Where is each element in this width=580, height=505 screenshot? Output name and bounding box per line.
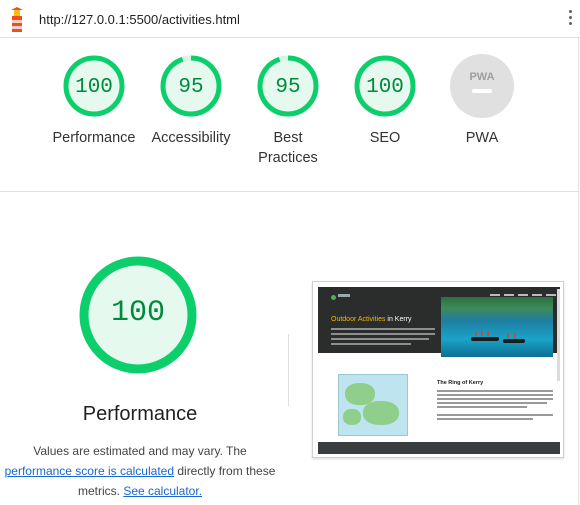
thumb-logo-icon bbox=[331, 295, 336, 300]
gauge-best-practices[interactable]: 95 Best Practices bbox=[238, 54, 338, 168]
thumb-map bbox=[338, 374, 408, 436]
gauge-label: Best Practices bbox=[258, 130, 318, 166]
gauge-seo[interactable]: 100 SEO bbox=[335, 54, 435, 148]
gauge-label: PWA bbox=[465, 130, 499, 146]
desc-text: Values are estimated and may vary. The bbox=[33, 444, 247, 458]
performance-title: Performance bbox=[82, 403, 198, 425]
thumb-nav-link bbox=[504, 294, 514, 296]
gauge-label: Accessibility bbox=[151, 130, 231, 146]
thumb-footer bbox=[318, 442, 560, 454]
gauge-score: 100 bbox=[75, 76, 113, 99]
thumb-photo bbox=[441, 297, 553, 357]
gauge-label: Performance bbox=[52, 130, 136, 146]
gauge-pwa[interactable]: PWA PWA bbox=[432, 54, 532, 148]
thumb-nav-link bbox=[518, 294, 528, 296]
performance-description: Values are estimated and may vary. The p… bbox=[0, 441, 280, 501]
thumb-nav-link bbox=[532, 294, 542, 296]
thumb-brand bbox=[338, 294, 350, 297]
final-screenshot-thumbnail[interactable]: Outdoor Activities in Kerry The Ring of … bbox=[312, 281, 564, 458]
section-divider bbox=[0, 191, 578, 192]
gauge-score: 95 bbox=[178, 76, 204, 99]
gauge-performance[interactable]: 100 Performance bbox=[44, 54, 144, 148]
see-calculator-link[interactable]: See calculator. bbox=[123, 484, 202, 498]
category-gauges: 100 Performance 95 Accessibility 95 Best… bbox=[0, 54, 578, 184]
right-border bbox=[578, 38, 579, 505]
thumb-nav-link bbox=[546, 294, 556, 296]
vertical-divider bbox=[288, 334, 289, 406]
pwa-badge-icon: PWA bbox=[450, 54, 514, 118]
thumb-nav-link bbox=[490, 294, 500, 296]
pwa-badge-text: PWA bbox=[469, 71, 494, 83]
gauge-score: 95 bbox=[275, 76, 301, 99]
thumb-section-title: The Ring of Kerry bbox=[437, 380, 484, 386]
gauge-score: 100 bbox=[366, 76, 404, 99]
lighthouse-icon bbox=[11, 7, 23, 32]
page-url[interactable]: http://127.0.0.1:5500/activities.html bbox=[39, 12, 240, 27]
address-bar: http://127.0.0.1:5500/activities.html bbox=[0, 0, 580, 38]
thumb-scrollbar bbox=[557, 289, 560, 381]
gauge-accessibility[interactable]: 95 Accessibility bbox=[141, 54, 241, 148]
performance-score: 100 bbox=[110, 296, 165, 330]
score-calculated-link[interactable]: performance score is calculated bbox=[5, 464, 174, 478]
kebab-menu-icon[interactable] bbox=[567, 10, 573, 30]
thumb-hero-title: Outdoor Activities in Kerry bbox=[331, 316, 412, 323]
gauge-label: SEO bbox=[369, 130, 401, 146]
